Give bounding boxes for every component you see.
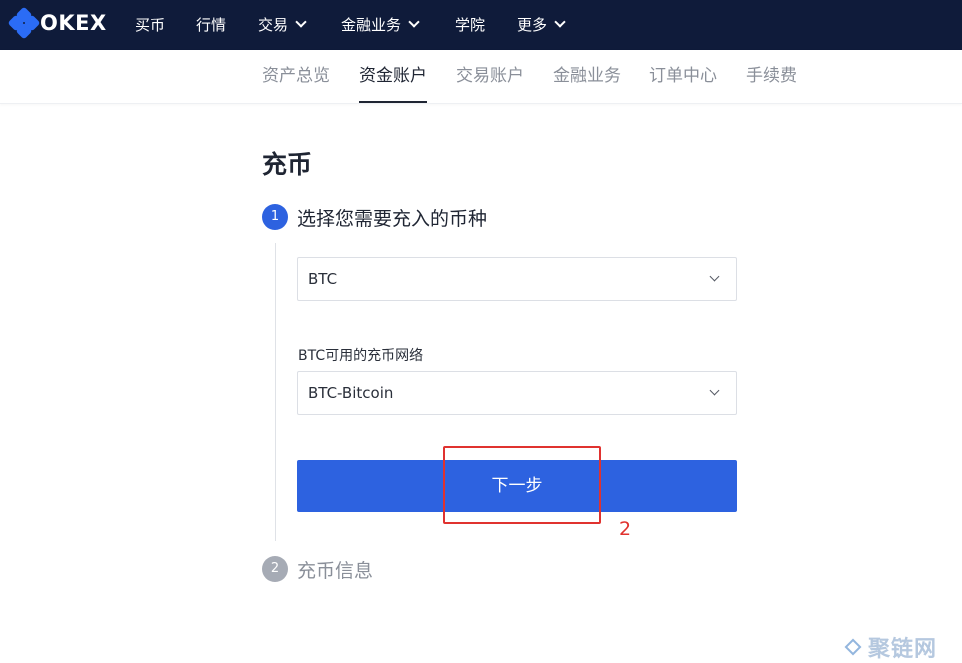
okex-logo[interactable]: OKEX (7, 6, 107, 40)
step-1-label: 选择您需要充入的币种 (297, 208, 488, 230)
chevron-down-icon (408, 16, 420, 28)
annotation-number: 2 (619, 518, 632, 540)
step-connector-line (275, 243, 276, 541)
watermark: 聚链网 (842, 632, 937, 662)
nav-item-markets[interactable]: 行情 (196, 0, 226, 50)
tab-trading-account[interactable]: 交易账户 (456, 50, 524, 104)
nav-item-label: 更多 (517, 16, 548, 34)
network-label: BTC可用的充币网络 (298, 348, 424, 364)
nav-item-more[interactable]: 更多 (517, 0, 566, 50)
network-select[interactable]: BTC-Bitcoin (297, 371, 737, 415)
top-navbar: OKEX 买币 行情 交易 金融业务 学院 更多 (0, 0, 962, 50)
nav-item-label: 买币 (135, 16, 166, 34)
network-select-value: BTC-Bitcoin (308, 384, 394, 402)
nav-item-finance[interactable]: 金融业务 (341, 0, 420, 50)
chevron-down-icon (709, 385, 720, 396)
nav-item-label: 交易 (258, 16, 289, 34)
chevron-down-icon (295, 16, 307, 28)
account-subnav: 资产总览 资金账户 交易账户 金融业务 订单中心 手续费 (0, 50, 962, 104)
watermark-text: 聚链网 (868, 636, 938, 662)
nav-item-label: 金融业务 (341, 16, 402, 34)
nav-item-academy[interactable]: 学院 (455, 0, 485, 50)
chevron-down-icon (709, 271, 720, 282)
nav-item-label: 学院 (455, 16, 486, 34)
nav-item-label: 行情 (196, 16, 227, 34)
nav-item-buy-crypto[interactable]: 买币 (135, 0, 165, 50)
tab-asset-overview[interactable]: 资产总览 (262, 50, 330, 104)
watermark-logo-icon (842, 636, 864, 658)
tab-order-center[interactable]: 订单中心 (649, 50, 717, 104)
step-1-badge: 1 (262, 204, 288, 230)
tab-funding-account[interactable]: 资金账户 (359, 50, 427, 104)
annotation-highlight-box (443, 446, 601, 524)
tab-fees[interactable]: 手续费 (746, 50, 797, 104)
logo-text: OKEX (40, 11, 107, 35)
step-2-label: 充币信息 (297, 560, 374, 582)
page-title: 充币 (262, 150, 313, 179)
coin-select-value: BTC (308, 270, 338, 288)
step-2-badge: 2 (262, 556, 288, 582)
tab-finance[interactable]: 金融业务 (553, 50, 621, 104)
coin-select[interactable]: BTC (297, 257, 737, 301)
okex-logo-icon (7, 6, 41, 40)
nav-item-trade[interactable]: 交易 (258, 0, 307, 50)
chevron-down-icon (554, 16, 566, 28)
